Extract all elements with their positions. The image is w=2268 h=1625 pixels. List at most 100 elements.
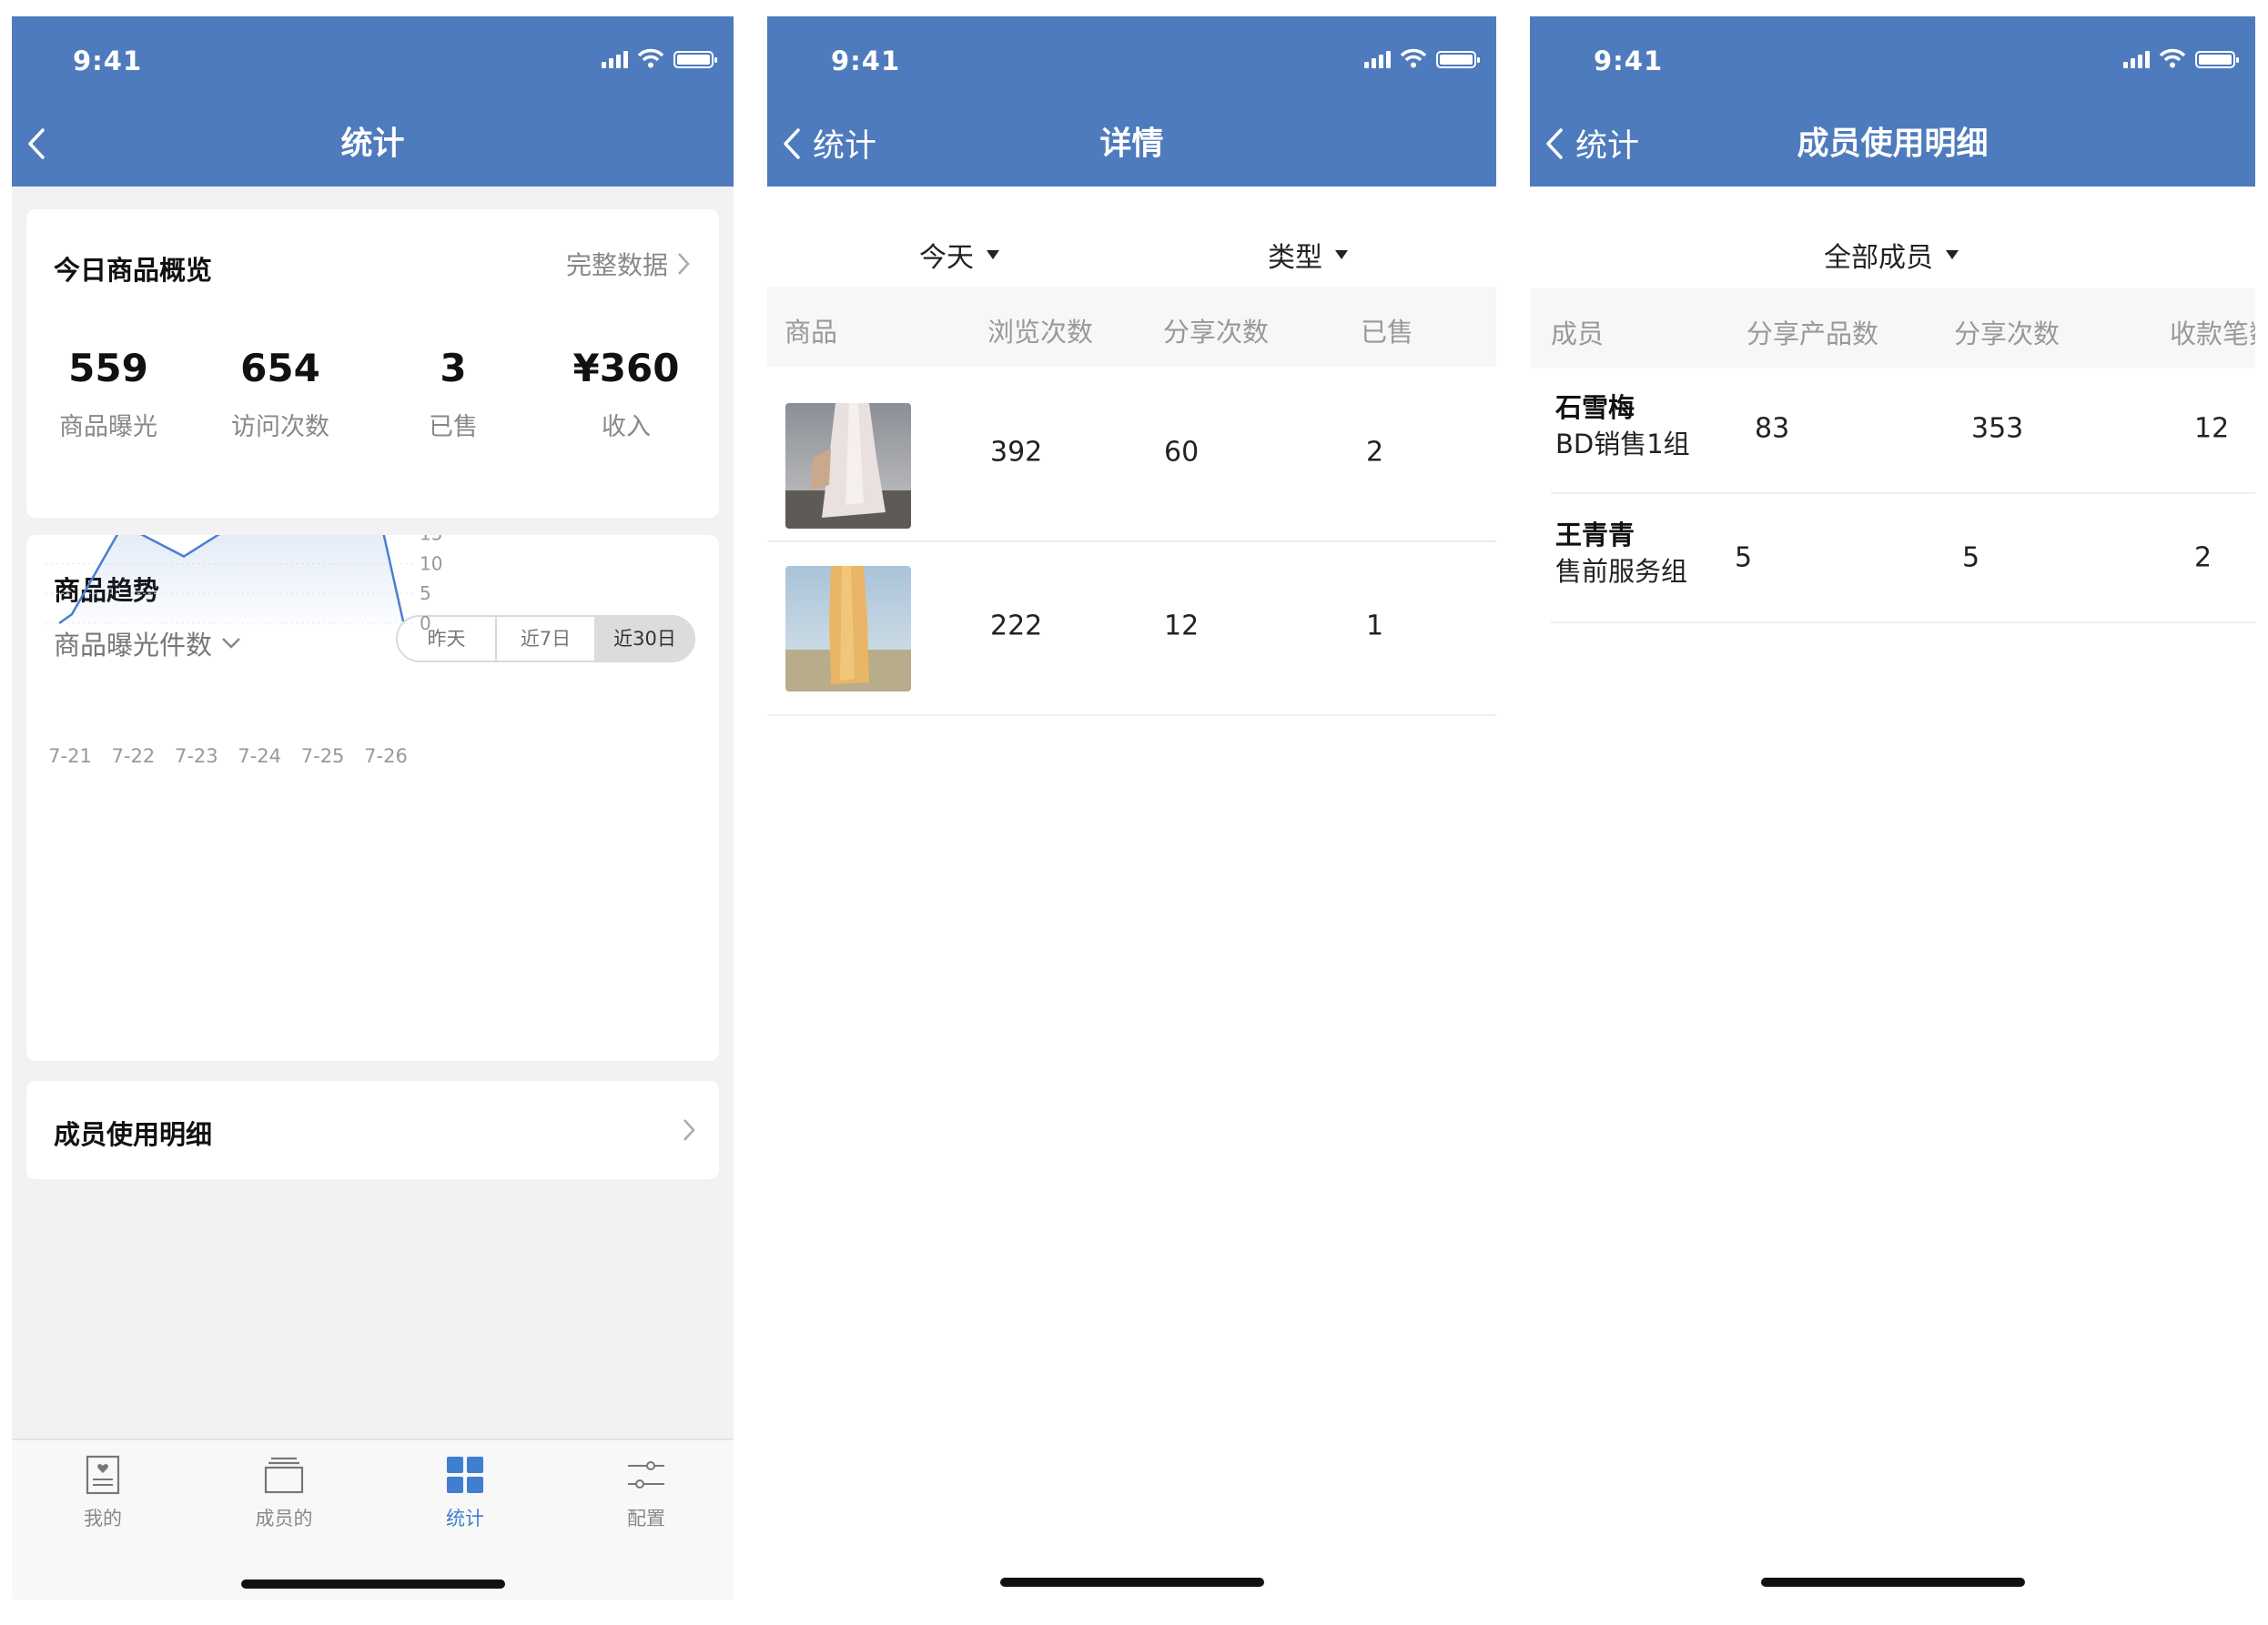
status-time: 9:41 [73, 45, 143, 76]
home-indicator [240, 1580, 505, 1589]
tab-bar: 我的 成员的 统计 配置 [12, 1438, 734, 1600]
home-indicator [1760, 1578, 2025, 1587]
x-tick-label: 7-22 [112, 745, 156, 767]
products-cell: 5 [1735, 541, 1753, 574]
detail-screen: 9:41 统计 详情 今天 类型 商品 浏览次数 分享次数 已售 392 60 … [767, 16, 1496, 1600]
date-filter-label: 今天 [919, 242, 974, 274]
views-cell: 222 [990, 610, 1043, 642]
wifi-icon [1400, 48, 1427, 68]
nav-bar: 9:41 统计 详情 [767, 16, 1496, 187]
tab-members[interactable]: 成员的 [193, 1455, 375, 1531]
stat-visits: 654 访问次数 [194, 346, 367, 442]
grid-icon [447, 1457, 483, 1493]
member-filter-label: 全部成员 [1824, 242, 1933, 274]
products-cell: 83 [1755, 412, 1790, 445]
nav-bar: 9:41 统计 成员使用明细 [1530, 16, 2255, 187]
stat-label: 已售 [429, 413, 478, 441]
sliders-icon [628, 1461, 664, 1489]
payments-cell: 12 [2194, 412, 2230, 445]
stat-label: 商品曝光 [59, 413, 157, 441]
member-group: BD销售1组 [1555, 429, 1690, 459]
tab-label: 配置 [627, 1508, 665, 1529]
page-title: 详情 [1099, 126, 1164, 163]
page-title: 成员使用明细 [1797, 126, 1989, 163]
column-header: 收款笔数 [2170, 318, 2255, 349]
date-filter[interactable]: 今天 [919, 235, 999, 275]
y-tick-label: 15 [420, 535, 442, 545]
type-filter[interactable]: 类型 [1268, 235, 1348, 275]
shares-cell: 60 [1164, 436, 1200, 469]
shares-cell: 5 [1962, 541, 1980, 574]
trend-card: 商品趋势 商品曝光件数 昨天 近7日 近30日 25件20件1510507-21… [26, 535, 719, 1061]
sold-cell: 2 [1366, 436, 1384, 469]
stat-income: ¥360 收入 [540, 346, 713, 442]
wifi-icon [2159, 48, 2186, 68]
type-filter-label: 类型 [1268, 242, 1322, 274]
caret-down-icon [1946, 250, 1959, 259]
battery-icon [2195, 51, 2239, 68]
status-icons [1364, 48, 1480, 68]
column-header: 成员 [1551, 318, 1605, 349]
table-row[interactable]: 石雪梅 BD销售1组 83 353 12 [1551, 368, 2255, 494]
member-detail-card[interactable]: 成员使用明细 [26, 1081, 719, 1179]
member-group: 售前服务组 [1555, 556, 1688, 587]
stat-exposure: 559 商品曝光 [22, 346, 195, 442]
table-header: 商品 浏览次数 分享次数 已售 [767, 287, 1496, 367]
shares-cell: 353 [1971, 412, 2024, 445]
stats-screen: 9:41 统计 今日商品概览 完整数据 559 商品曝光 654 访问次数 3 … [12, 16, 734, 1600]
stat-label: 访问次数 [231, 413, 329, 441]
member-detail-label: 成员使用明细 [54, 1119, 213, 1150]
column-header: 分享次数 [1954, 318, 2060, 349]
tab-label: 我的 [84, 1508, 122, 1529]
notebook-icon [86, 1455, 120, 1495]
nav-bar: 9:41 统计 [12, 16, 734, 187]
shares-cell: 12 [1164, 610, 1200, 642]
y-tick-label: 0 [420, 612, 431, 634]
stat-value: 559 [68, 346, 148, 390]
tab-mine[interactable]: 我的 [12, 1455, 194, 1531]
overview-title: 今日商品概览 [54, 255, 213, 286]
full-data-link[interactable]: 完整数据 [566, 246, 690, 282]
table-header: 成员 分享产品数 分享次数 收款笔数 [1530, 288, 2255, 368]
chevron-right-icon [683, 1119, 695, 1141]
stat-value: 3 [440, 346, 467, 390]
status-icons [2123, 48, 2239, 68]
product-thumbnail [785, 403, 911, 529]
trend-chart: 25件20件1510507-217-227-237-247-257-26 [45, 535, 442, 767]
payments-cell: 2 [2194, 541, 2212, 574]
column-header: 已售 [1361, 317, 1414, 348]
column-header: 分享产品数 [1747, 318, 1879, 349]
signal-icon [602, 50, 628, 68]
y-tick-label: 10 [420, 552, 442, 574]
wifi-icon [637, 48, 664, 68]
folder-icon [264, 1457, 304, 1494]
stat-label: 收入 [602, 413, 651, 441]
status-time: 9:41 [1594, 45, 1664, 76]
status-time: 9:41 [831, 45, 901, 76]
caret-down-icon [987, 250, 999, 259]
product-thumbnail [785, 566, 911, 691]
sold-cell: 1 [1366, 610, 1384, 642]
caret-down-icon [1335, 250, 1348, 259]
table-row[interactable]: 222 12 1 [767, 540, 1496, 716]
status-icons [602, 48, 717, 68]
table-row[interactable]: 392 60 2 [767, 367, 1496, 542]
signal-icon [1364, 50, 1391, 68]
signal-icon [2123, 50, 2150, 68]
views-cell: 392 [990, 436, 1043, 469]
tab-config[interactable]: 配置 [555, 1455, 734, 1531]
battery-icon [673, 51, 717, 68]
battery-icon [1436, 51, 1480, 68]
overview-card: 今日商品概览 完整数据 559 商品曝光 654 访问次数 3 已售 ¥360 … [26, 209, 719, 518]
x-tick-label: 7-25 [301, 745, 345, 767]
home-indicator [999, 1578, 1264, 1587]
stat-value: ¥360 [572, 346, 680, 390]
member-filter[interactable]: 全部成员 [1824, 235, 1959, 275]
tab-label: 统计 [446, 1508, 484, 1529]
table-row[interactable]: 王青青 售前服务组 5 5 2 [1551, 492, 2255, 623]
member-name: 石雪梅 [1555, 392, 1635, 423]
column-header: 商品 [785, 317, 838, 348]
full-data-label: 完整数据 [565, 250, 668, 280]
tab-stats[interactable]: 统计 [374, 1455, 556, 1531]
y-tick-label: 5 [420, 582, 431, 604]
